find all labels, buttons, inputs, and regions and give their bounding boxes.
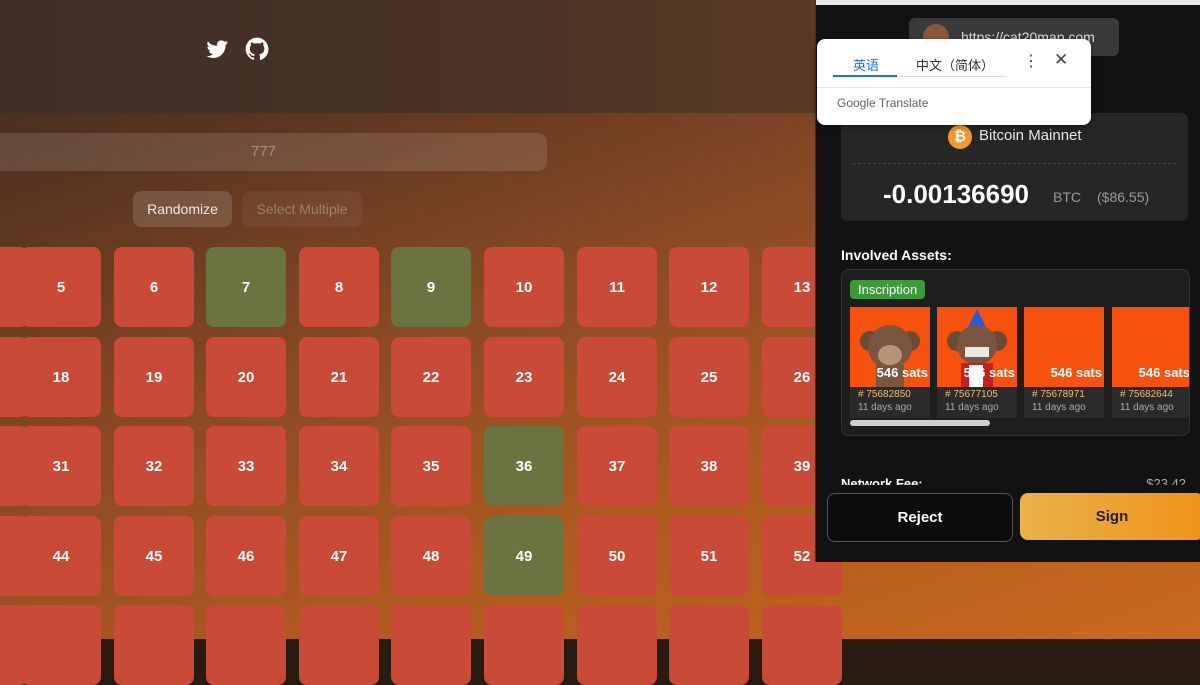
btc-amount: -0.00136690 <box>883 179 1030 209</box>
select-multiple-button[interactable]: Select Multiple <box>242 191 362 227</box>
grid-cell[interactable]: 34 <box>299 426 379 506</box>
grid-cell[interactable] <box>206 605 286 685</box>
grid-cell[interactable]: 49 <box>484 516 564 596</box>
grid-cell[interactable]: 20 <box>206 337 286 417</box>
grid-cell[interactable]: 44 <box>21 516 101 596</box>
grid-cell[interactable]: 21 <box>299 337 379 417</box>
tab-divider <box>897 76 1007 77</box>
grid-cell[interactable] <box>21 605 101 685</box>
network-name: Bitcoin Mainnet <box>979 127 1082 144</box>
inscription-badge: Inscription <box>850 280 926 299</box>
grid-cell[interactable]: 46 <box>206 516 286 596</box>
grid-cell[interactable]: 19 <box>114 337 194 417</box>
header <box>0 0 820 113</box>
social-links <box>204 36 270 62</box>
more-options-icon[interactable]: ⋮ <box>1023 51 1039 71</box>
btc-unit: BTC <box>1053 189 1081 205</box>
grid-cell[interactable]: 51 <box>669 516 749 596</box>
tab-source-language[interactable]: 英语 <box>853 55 879 74</box>
assets-scrollbar[interactable] <box>850 420 990 426</box>
asset-meta: # 75678971 11 days ago <box>1024 387 1104 418</box>
asset-number: # 75682644 <box>1120 389 1173 400</box>
active-tab-indicator <box>833 75 897 77</box>
grid-cell[interactable]: 38 <box>669 426 749 506</box>
grid-cell[interactable]: 31 <box>21 426 101 506</box>
grid-cell[interactable]: 8 <box>299 247 379 327</box>
grid-cell[interactable]: 36 <box>484 426 564 506</box>
grid-cell[interactable] <box>299 605 379 685</box>
asset-card[interactable]: 546 sats # 75682850 11 days ago <box>850 307 930 418</box>
grid-cell[interactable] <box>669 605 749 685</box>
grid-cell[interactable]: 45 <box>114 516 194 596</box>
asset-age: 11 days ago <box>1120 402 1174 413</box>
grid-cell[interactable]: 35 <box>391 426 471 506</box>
asset-number: # 75678971 <box>1032 389 1085 400</box>
grid-cell[interactable] <box>762 605 842 685</box>
grid-cell[interactable]: 23 <box>484 337 564 417</box>
grid-cell[interactable]: 9 <box>391 247 471 327</box>
asset-sats: 546 sats <box>1138 365 1190 380</box>
google-translate-brand: Google Translate <box>837 96 929 110</box>
asset-card[interactable]: 546 sats # 75678971 11 days ago <box>1024 307 1104 418</box>
reject-button[interactable]: Reject <box>827 493 1013 542</box>
usd-value: ($86.55) <box>1097 189 1150 205</box>
github-icon[interactable] <box>244 36 270 62</box>
asset-sats: 546 sats <box>1050 365 1102 380</box>
divider <box>853 163 1176 164</box>
grid-cell[interactable]: 48 <box>391 516 471 596</box>
grid-cell[interactable] <box>391 605 471 685</box>
divider <box>817 87 1091 88</box>
grid-cell[interactable]: 11 <box>577 247 657 327</box>
grid-cell[interactable]: 33 <box>206 426 286 506</box>
asset-number: # 75677105 <box>945 389 998 400</box>
grid-cell[interactable]: 50 <box>577 516 657 596</box>
grid-cell[interactable] <box>484 605 564 685</box>
grid-cell[interactable]: 32 <box>114 426 194 506</box>
tab-target-language[interactable]: 中文（简体） <box>916 55 994 74</box>
asset-age: 11 days ago <box>945 402 999 413</box>
asset-age: 11 days ago <box>858 402 912 413</box>
asset-card[interactable]: 546 sats # 75682644 11 days ago <box>1112 307 1190 418</box>
grid-cell[interactable]: 18 <box>21 337 101 417</box>
asset-meta: # 75682850 11 days ago <box>850 387 930 418</box>
close-icon[interactable]: ✕ <box>1054 50 1068 70</box>
asset-card[interactable]: 546 sats # 75677105 11 days ago <box>937 307 1017 418</box>
bitcoin-icon: ₿ <box>948 125 972 149</box>
assets-box: Inscription 546 sats # 75682850 11 days … <box>841 269 1190 436</box>
grid-cell[interactable] <box>114 605 194 685</box>
grid-cell[interactable]: 5 <box>21 247 101 327</box>
grid-cell[interactable]: 47 <box>299 516 379 596</box>
asset-number: # 75682850 <box>858 389 911 400</box>
google-translate-popup: 英语 中文（简体） ⋮ ✕ Google Translate <box>817 39 1091 125</box>
asset-age: 11 days ago <box>1032 402 1086 413</box>
grid-cell[interactable]: 25 <box>669 337 749 417</box>
grid-cell[interactable] <box>577 605 657 685</box>
network-card: ₿ Bitcoin Mainnet -0.00136690 BTC ($86.5… <box>841 113 1188 221</box>
randomize-button[interactable]: Randomize <box>133 191 232 227</box>
sign-button[interactable]: Sign <box>1020 493 1200 540</box>
asset-sats: 546 sats <box>963 365 1015 380</box>
grid-cell[interactable]: 37 <box>577 426 657 506</box>
involved-assets-title: Involved Assets: <box>841 247 952 263</box>
wallet-topbar <box>816 0 1200 5</box>
asset-meta: # 75682644 11 days ago <box>1112 387 1189 418</box>
grid-cell[interactable]: 7 <box>206 247 286 327</box>
asset-sats: 546 sats <box>876 365 928 380</box>
grid-cell[interactable]: 10 <box>484 247 564 327</box>
twitter-icon[interactable] <box>204 36 230 62</box>
grid-cell[interactable]: 24 <box>577 337 657 417</box>
asset-meta: # 75677105 11 days ago <box>937 387 1017 418</box>
grid-cell[interactable]: 6 <box>114 247 194 327</box>
grid-cell[interactable]: 22 <box>391 337 471 417</box>
search-input[interactable]: 777 <box>0 133 547 171</box>
grid-cell[interactable]: 12 <box>669 247 749 327</box>
